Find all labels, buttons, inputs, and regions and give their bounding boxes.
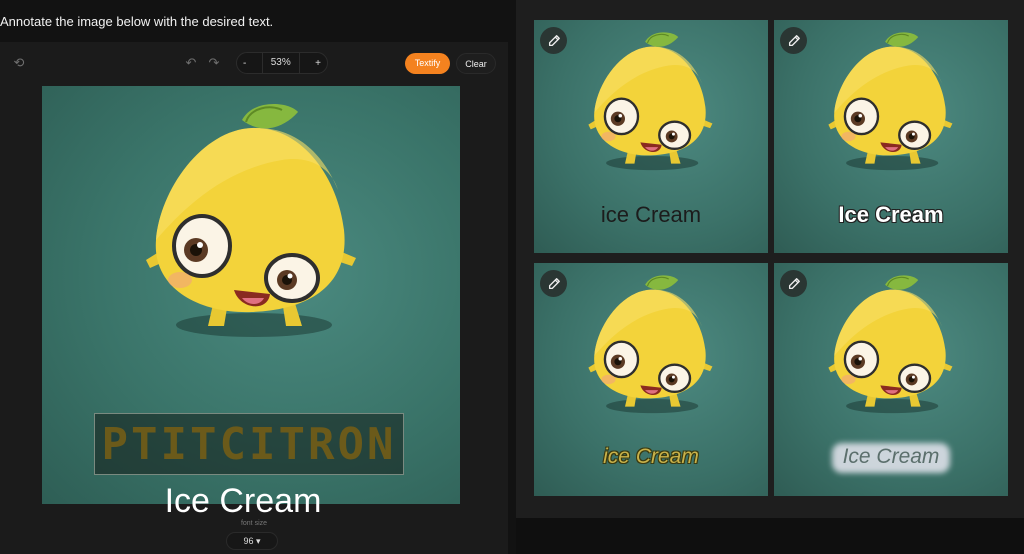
textify-button[interactable]: Textify — [405, 53, 450, 74]
editor-panel: ⟲ ↶ ↷ - 53% + Textify Clear PTITCITRON I… — [0, 42, 508, 554]
editor-toolbar: ⟲ ↶ ↷ - 53% + Textify Clear — [0, 52, 508, 76]
font-size-select[interactable]: 96 ▾ — [226, 532, 278, 550]
result-text: Ice Cream — [842, 445, 940, 468]
lemon-character-image — [826, 30, 956, 172]
undo-icon[interactable]: ↶ — [182, 54, 200, 72]
result-tile[interactable]: ice Cream — [534, 20, 768, 253]
result-text: ice Cream — [603, 445, 699, 468]
lemon-character-image — [586, 273, 716, 415]
results-panel: ice Cream Ice Cream ice Cream Ice Cream — [516, 0, 1024, 518]
result-tile[interactable]: Ice Cream — [774, 263, 1008, 496]
results-footer — [516, 518, 1024, 554]
zoom-level: 53% — [261, 53, 300, 73]
result-tile[interactable]: ice Cream — [534, 263, 768, 496]
font-size-label: font size — [240, 520, 268, 527]
pencil-icon[interactable] — [780, 270, 807, 297]
pencil-icon[interactable] — [780, 27, 807, 54]
caption-text: Ice Cream — [164, 482, 322, 520]
redo-icon[interactable]: ↷ — [205, 54, 223, 72]
clear-button[interactable]: Clear — [456, 53, 496, 74]
annotation-box[interactable]: PTITCITRON — [94, 413, 404, 475]
result-text: Ice Cream — [838, 202, 944, 227]
annotation-text: PTITCITRON — [101, 418, 397, 470]
instruction-text: Annotate the image below with the desire… — [0, 14, 274, 29]
lemon-character-image — [826, 273, 956, 415]
zoom-control: - 53% + — [236, 52, 328, 74]
pencil-icon[interactable] — [540, 270, 567, 297]
result-tile[interactable]: Ice Cream — [774, 20, 1008, 253]
zoom-in-button[interactable]: + — [315, 58, 321, 69]
reset-icon[interactable]: ⟲ — [10, 54, 28, 72]
lemon-character-image — [142, 100, 362, 340]
pencil-icon[interactable] — [540, 27, 567, 54]
result-text: ice Cream — [600, 202, 702, 227]
image-canvas[interactable]: PTITCITRON — [42, 86, 460, 504]
zoom-out-button[interactable]: - — [243, 58, 246, 69]
lemon-character-image — [586, 30, 716, 172]
